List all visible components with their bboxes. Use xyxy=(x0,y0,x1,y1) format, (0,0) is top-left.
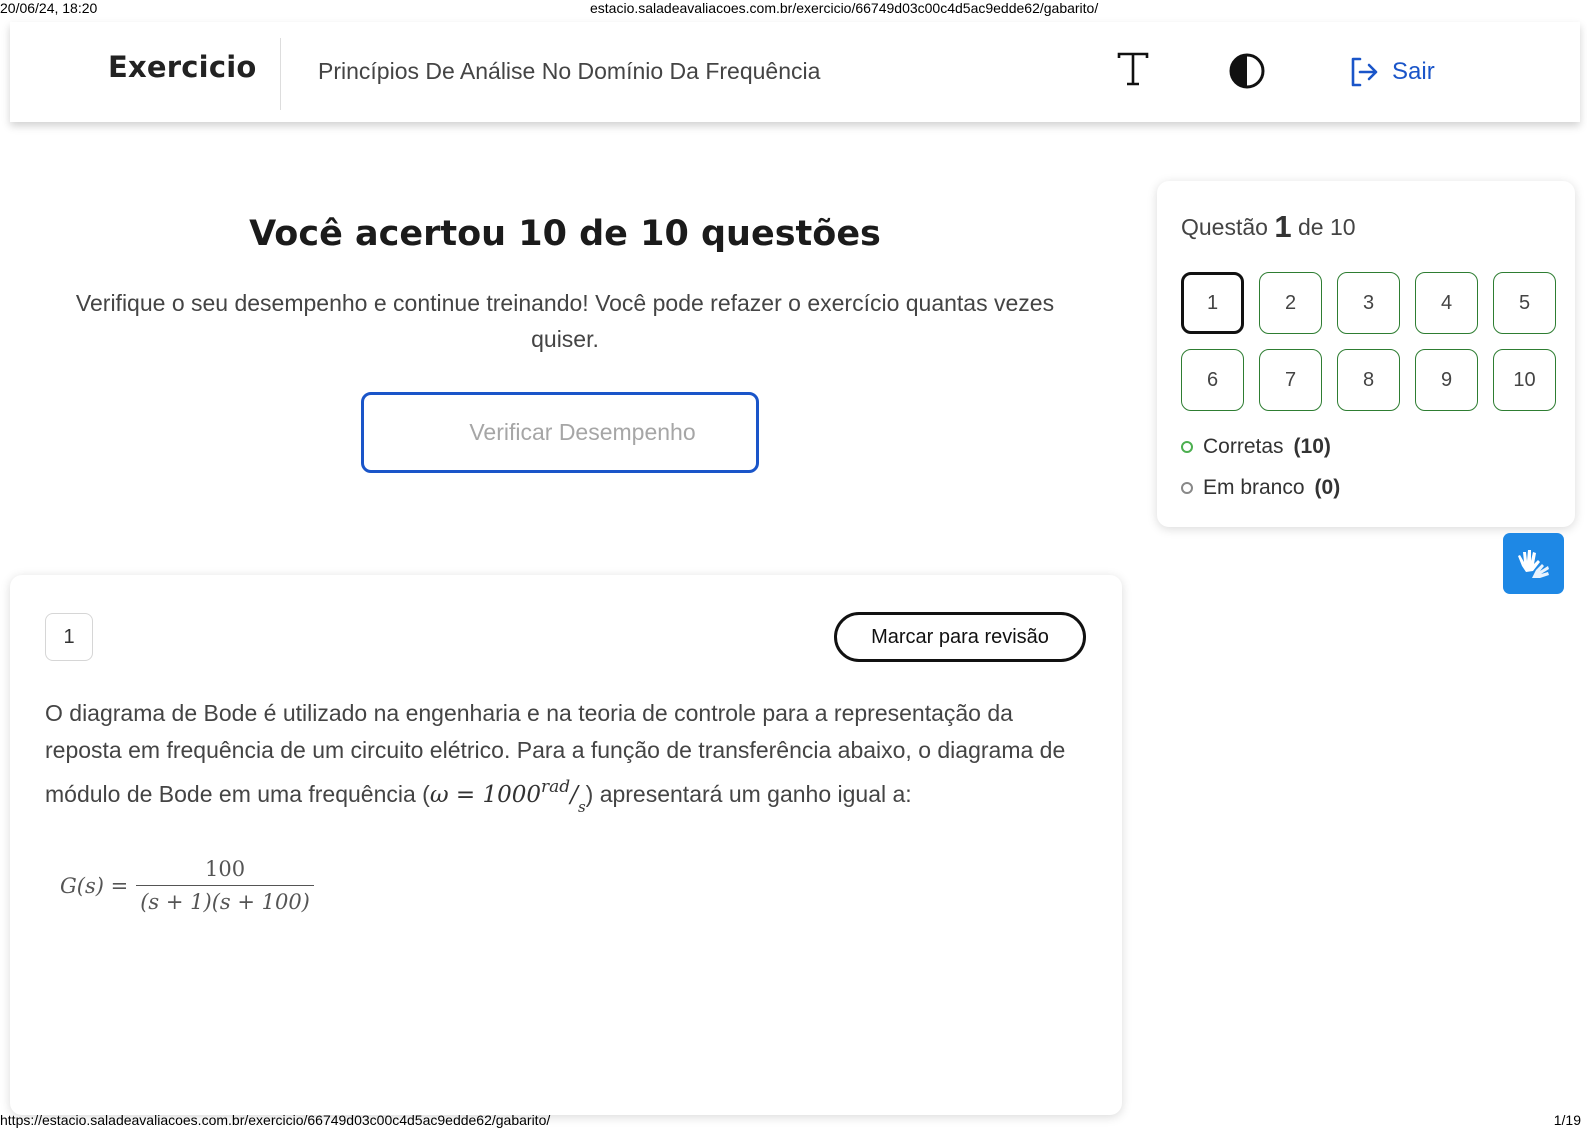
legend-blank: Em branco (0) xyxy=(1181,476,1340,500)
formula-fraction: 100 (s + 1)(s + 100) xyxy=(136,857,314,914)
sign-language-icon xyxy=(1517,549,1549,578)
print-url: estacio.saladeavaliacoes.com.br/exercici… xyxy=(590,0,1099,16)
legend-correct: Corretas (10) xyxy=(1181,435,1331,459)
question-navigator: Questão 1 de 10 1 2 3 4 5 6 7 8 9 10 Cor… xyxy=(1157,181,1575,527)
font-size-icon[interactable] xyxy=(1116,50,1150,90)
question-button-5[interactable]: 5 xyxy=(1493,272,1556,334)
question-grid: 1 2 3 4 5 6 7 8 9 10 xyxy=(1181,272,1557,411)
question-number-badge: 1 xyxy=(45,613,93,661)
mark-for-review-button[interactable]: Marcar para revisão xyxy=(834,612,1086,662)
question-button-4[interactable]: 4 xyxy=(1415,272,1478,334)
result-title: Você acertou 10 de 10 questões xyxy=(249,214,881,254)
correct-dot-icon xyxy=(1181,441,1193,453)
print-footer-url: https://estacio.saladeavaliacoes.com.br/… xyxy=(0,1112,551,1128)
header-divider xyxy=(280,38,281,110)
question-button-10[interactable]: 10 xyxy=(1493,349,1556,411)
question-card: 1 Marcar para revisão O diagrama de Bode… xyxy=(10,575,1122,1115)
question-button-8[interactable]: 8 xyxy=(1337,349,1400,411)
question-counter: Questão 1 de 10 xyxy=(1181,209,1356,244)
transfer-function-formula: G(s) = 100 (s + 1)(s + 100) xyxy=(60,857,314,914)
logout-icon xyxy=(1351,57,1378,87)
omega-expression: ω = 1000rad/s xyxy=(429,777,586,816)
print-datetime: 20/06/24, 18:20 xyxy=(0,0,98,16)
subject-title: Princípios De Análise No Domínio Da Freq… xyxy=(318,58,821,84)
verify-performance-button[interactable]: Verificar Desempenho xyxy=(361,392,759,473)
brand-title: Exercicio xyxy=(108,50,257,84)
print-footer: https://estacio.saladeavaliacoes.com.br/… xyxy=(0,1112,1587,1129)
sign-language-button[interactable] xyxy=(1503,533,1564,594)
current-question-number: 1 xyxy=(1274,209,1292,244)
print-header: 20/06/24, 18:20 estacio.saladeavaliacoes… xyxy=(0,0,1587,18)
logout-button[interactable]: Sair xyxy=(1348,54,1435,90)
question-button-3[interactable]: 3 xyxy=(1337,272,1400,334)
blank-dot-icon xyxy=(1181,482,1193,494)
top-bar: Exercicio Princípios De Análise No Domín… xyxy=(10,22,1580,122)
result-subtitle: Verifique o seu desempenho e continue tr… xyxy=(75,290,1055,352)
contrast-icon[interactable] xyxy=(1228,52,1266,90)
formula-denominator: (s + 1)(s + 100) xyxy=(136,885,314,914)
print-page-number: 1/19 xyxy=(1553,1112,1581,1128)
question-button-2[interactable]: 2 xyxy=(1259,272,1322,334)
question-button-6[interactable]: 6 xyxy=(1181,349,1244,411)
formula-numerator: 100 xyxy=(205,857,246,881)
question-button-9[interactable]: 9 xyxy=(1415,349,1478,411)
question-statement: O diagrama de Bode é utilizado na engenh… xyxy=(45,700,1066,816)
question-button-7[interactable]: 7 xyxy=(1259,349,1322,411)
logout-label: Sair xyxy=(1392,58,1435,85)
question-button-1[interactable]: 1 xyxy=(1181,272,1244,334)
